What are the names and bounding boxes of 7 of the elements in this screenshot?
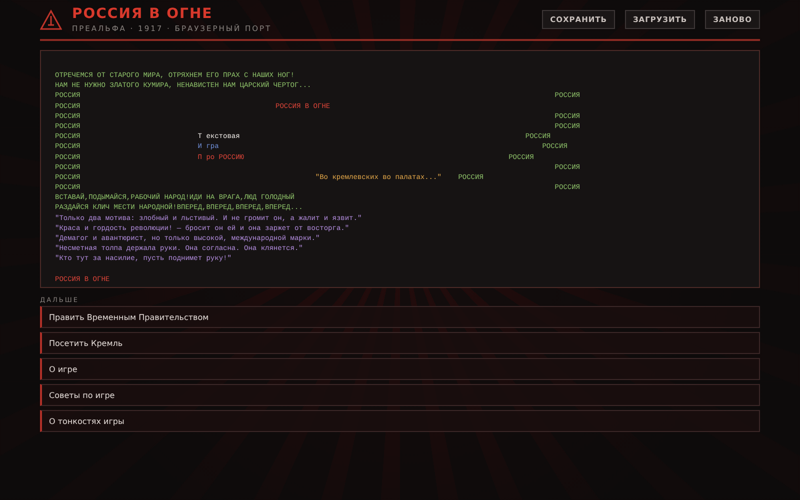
choice-button[interactable]: О игре (40, 358, 760, 380)
warning-triangle-logo-icon (40, 8, 62, 30)
choice-button[interactable]: Править Временным Правительством (40, 306, 760, 328)
choice-button[interactable]: О тонкостях игры (40, 410, 760, 432)
choice-button[interactable]: Советы по игре (40, 384, 760, 406)
choice-button[interactable]: Посетить Кремль (40, 332, 760, 354)
game-title: РОССИЯ В ОГНЕ (72, 6, 214, 22)
